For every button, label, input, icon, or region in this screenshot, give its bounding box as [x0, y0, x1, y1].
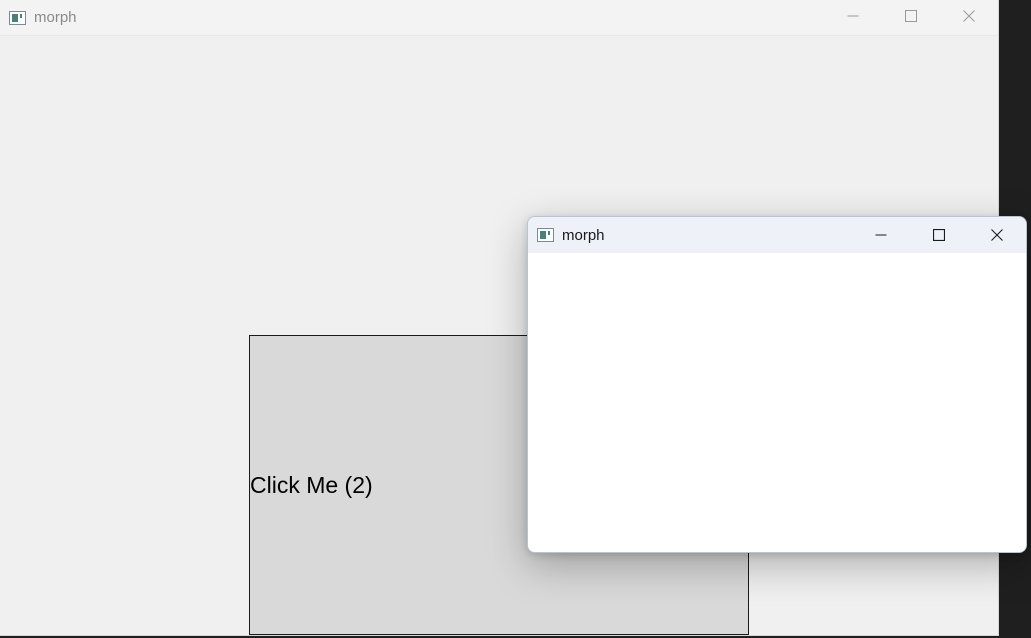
- close-icon: [963, 10, 975, 22]
- dialog-window-minimize-button[interactable]: [852, 219, 910, 251]
- dialog-window-titlebar[interactable]: morph: [528, 217, 1026, 253]
- main-window-titlebar[interactable]: morph: [0, 0, 998, 36]
- dialog-window-client-area: [528, 253, 1026, 552]
- dialog-window-caption-buttons: [852, 219, 1026, 251]
- maximize-icon: [933, 229, 945, 241]
- app-window-icon: [537, 228, 554, 242]
- desktop: morph Click Me (2) morph: [0, 0, 1031, 638]
- main-window-caption-buttons: [824, 0, 998, 32]
- main-window-maximize-button[interactable]: [882, 0, 940, 32]
- close-icon: [991, 229, 1003, 241]
- main-window-title: morph: [34, 9, 77, 26]
- maximize-icon: [905, 10, 917, 22]
- app-window-icon: [9, 10, 26, 25]
- main-window-close-button[interactable]: [940, 0, 998, 32]
- dialog-window-title: morph: [562, 226, 605, 244]
- dialog-window-close-button[interactable]: [968, 219, 1026, 251]
- dialog-window-maximize-button[interactable]: [910, 219, 968, 251]
- main-window-minimize-button[interactable]: [824, 0, 882, 32]
- dialog-window: morph: [527, 216, 1027, 553]
- minimize-icon: [847, 15, 859, 17]
- minimize-icon: [875, 234, 887, 236]
